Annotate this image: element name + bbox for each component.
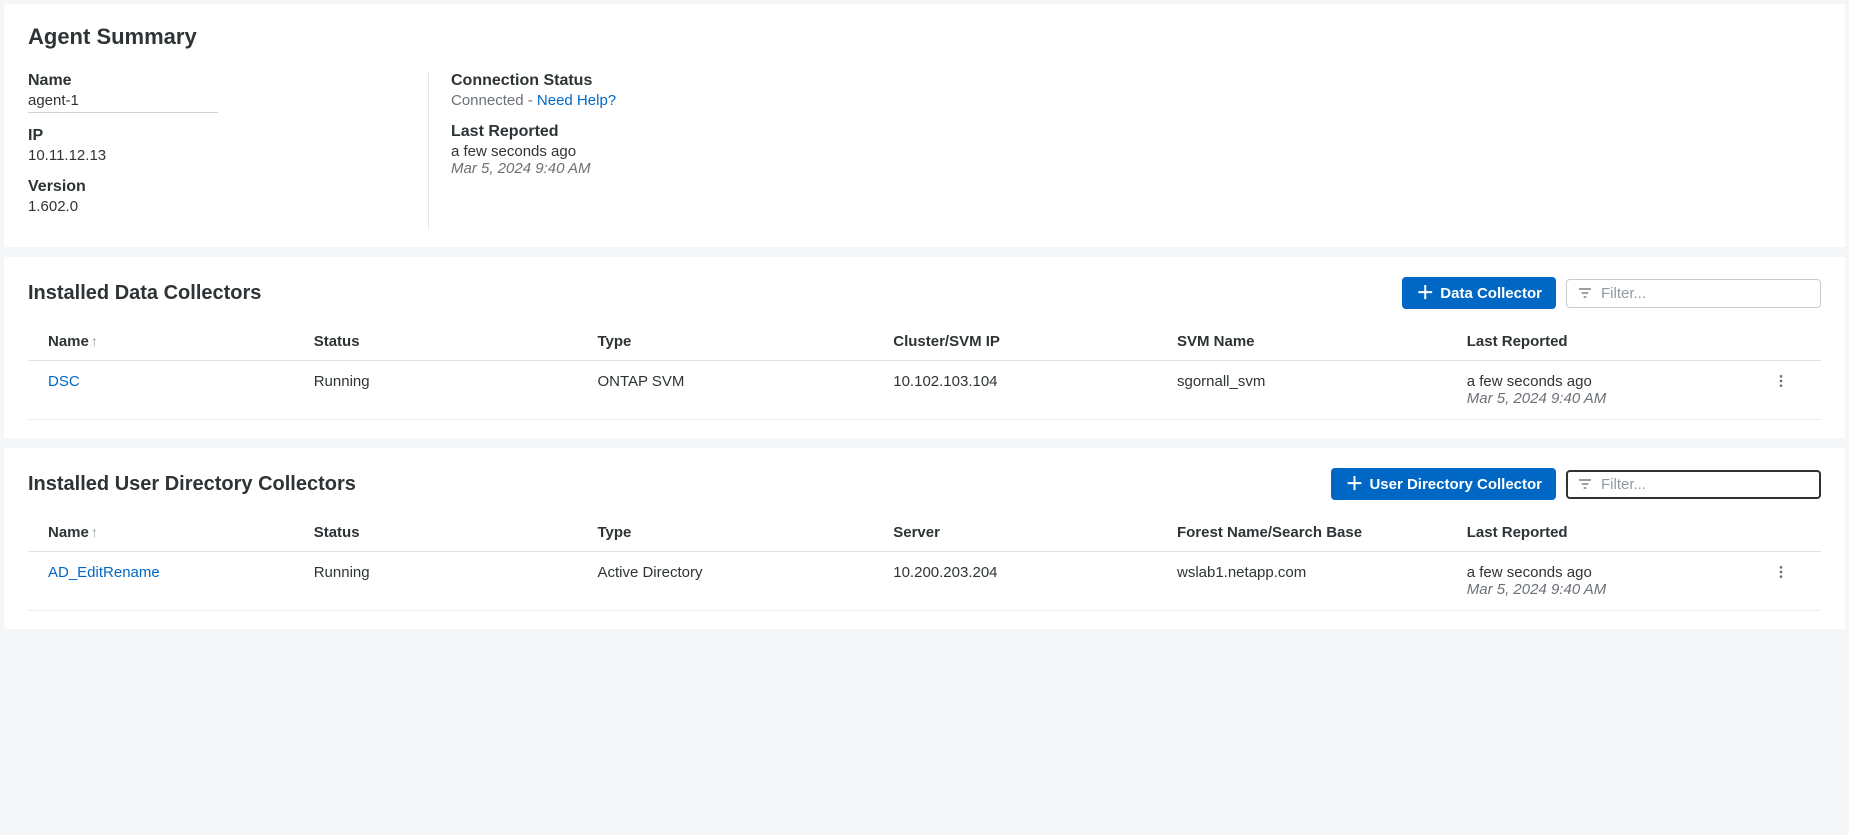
col-status[interactable]: Status [306,323,590,361]
user-directory-filter-input[interactable] [1601,476,1810,493]
summary-connection-label: Connection Status [451,72,616,90]
summary-ip-value: 10.11.12.13 [28,147,388,164]
col-server[interactable]: Server [885,514,1169,552]
collector-status: Running [306,361,590,420]
data-collectors-title: Installed Data Collectors [28,282,261,305]
col-last-reported[interactable]: Last Reported [1459,323,1761,361]
agent-summary-panel: Agent Summary Name agent-1 IP 10.11.12.1… [4,4,1845,247]
collector-last-reported: a few seconds ago Mar 5, 2024 9:40 AM [1459,552,1761,611]
data-collectors-header-row: Name↑ Status Type Cluster/SVM IP SVM Nam… [28,323,1821,361]
summary-connection-value: Connected - Need Help? [451,92,616,109]
user-directory-actions: ＋ User Directory Collector [1331,468,1821,500]
col-actions [1761,323,1821,361]
summary-name-field: Name agent-1 [28,72,388,113]
agent-name-value[interactable]: agent-1 [28,92,218,113]
summary-ip-label: IP [28,127,388,145]
summary-name-label: Name [28,72,388,90]
sort-ascending-icon: ↑ [91,333,98,349]
summary-grid: Name agent-1 IP 10.11.12.13 Version 1.60… [28,72,1821,229]
plus-icon: ＋ [1345,475,1363,493]
collector-target: 10.102.103.104 [885,361,1169,420]
row-actions-menu[interactable] [1769,373,1793,389]
table-row: AD_EditRename Running Active Directory 1… [28,552,1821,611]
data-collectors-filter-input[interactable] [1601,285,1810,302]
data-collectors-actions: ＋ Data Collector [1402,277,1821,309]
summary-ip-field: IP 10.11.12.13 [28,127,388,164]
collector-type: ONTAP SVM [589,361,885,420]
need-help-link[interactable]: Need Help? [537,92,616,109]
summary-right-column: Connection Status Connected - Need Help?… [428,72,656,229]
sort-ascending-icon: ↑ [91,524,98,540]
collector-group: sgornall_svm [1169,361,1459,420]
add-user-directory-collector-label: User Directory Collector [1369,476,1542,493]
last-reported-text: a few seconds ago [1467,564,1753,581]
summary-version-field: Version 1.602.0 [28,178,388,215]
collector-name-link[interactable]: AD_EditRename [48,564,160,581]
last-reported-date: Mar 5, 2024 9:40 AM [1467,390,1753,407]
col-type[interactable]: Type [589,323,885,361]
collector-group: wslab1.netapp.com [1169,552,1459,611]
summary-left-column: Name agent-1 IP 10.11.12.13 Version 1.60… [28,72,428,229]
summary-last-reported-value: a few seconds ago [451,143,616,160]
connection-status-text: Connected [451,92,524,109]
summary-last-reported-date: Mar 5, 2024 9:40 AM [451,160,616,177]
data-collectors-header: Installed Data Collectors ＋ Data Collect… [28,277,1821,309]
add-user-directory-collector-button[interactable]: ＋ User Directory Collector [1331,468,1556,500]
collector-name-link[interactable]: DSC [48,373,80,390]
last-reported-date: Mar 5, 2024 9:40 AM [1467,581,1753,598]
panel-title: Agent Summary [28,24,1821,50]
data-collectors-panel: Installed Data Collectors ＋ Data Collect… [4,257,1845,438]
user-directory-header: Installed User Directory Collectors ＋ Us… [28,468,1821,500]
summary-version-label: Version [28,178,388,196]
connection-sep: - [524,92,537,109]
col-status[interactable]: Status [306,514,590,552]
plus-icon: ＋ [1416,284,1434,302]
col-cluster-svm-ip[interactable]: Cluster/SVM IP [885,323,1169,361]
summary-last-reported-field: Last Reported a few seconds ago Mar 5, 2… [451,123,616,177]
col-type[interactable]: Type [589,514,885,552]
add-data-collector-button[interactable]: ＋ Data Collector [1402,277,1556,309]
collector-target: 10.200.203.204 [885,552,1169,611]
collector-type: Active Directory [589,552,885,611]
col-svm-name[interactable]: SVM Name [1169,323,1459,361]
user-directory-filter[interactable] [1566,470,1821,499]
filter-icon [1577,476,1593,492]
user-directory-header-row: Name↑ Status Type Server Forest Name/Sea… [28,514,1821,552]
row-actions-menu[interactable] [1769,564,1793,580]
summary-version-value: 1.602.0 [28,198,388,215]
data-collectors-table: Name↑ Status Type Cluster/SVM IP SVM Nam… [28,323,1821,420]
col-name[interactable]: Name↑ [28,323,306,361]
table-row: DSC Running ONTAP SVM 10.102.103.104 sgo… [28,361,1821,420]
col-name[interactable]: Name↑ [28,514,306,552]
collector-status: Running [306,552,590,611]
data-collectors-filter[interactable] [1566,279,1821,308]
last-reported-text: a few seconds ago [1467,373,1753,390]
add-data-collector-label: Data Collector [1440,285,1542,302]
collector-last-reported: a few seconds ago Mar 5, 2024 9:40 AM [1459,361,1761,420]
col-last-reported[interactable]: Last Reported [1459,514,1761,552]
col-forest-name[interactable]: Forest Name/Search Base [1169,514,1459,552]
filter-icon [1577,285,1593,301]
summary-connection-field: Connection Status Connected - Need Help? [451,72,616,109]
summary-last-reported-label: Last Reported [451,123,616,141]
user-directory-title: Installed User Directory Collectors [28,473,356,496]
user-directory-table: Name↑ Status Type Server Forest Name/Sea… [28,514,1821,611]
col-actions [1761,514,1821,552]
user-directory-panel: Installed User Directory Collectors ＋ Us… [4,448,1845,629]
